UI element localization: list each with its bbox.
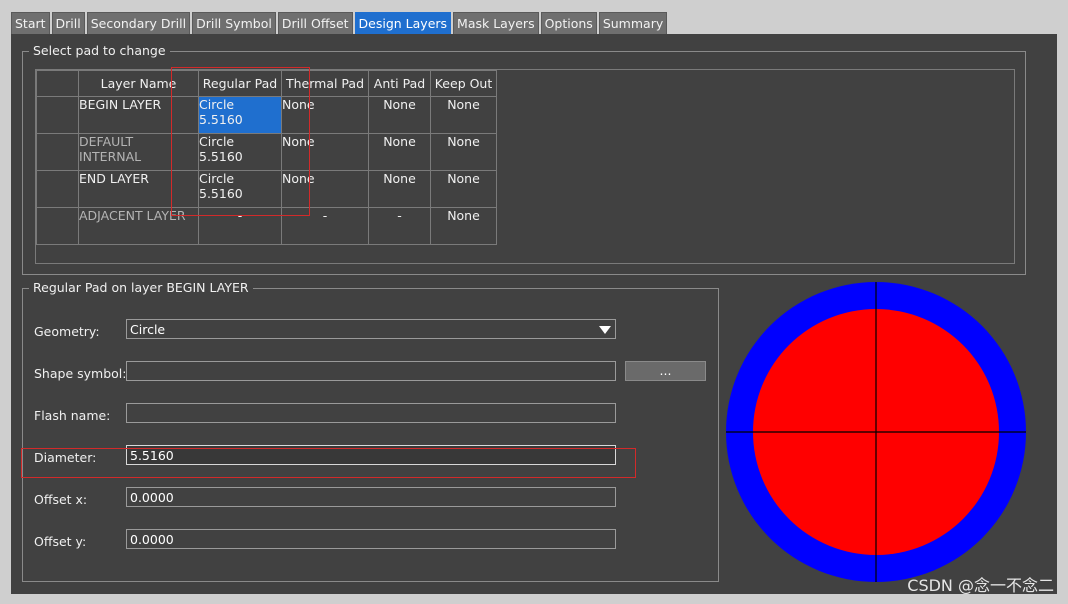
geometry-label: Geometry: bbox=[34, 324, 100, 339]
tab-secondary-drill[interactable]: Secondary Drill bbox=[86, 12, 191, 35]
select-pad-group-title: Select pad to change bbox=[29, 43, 170, 59]
tab-drill-offset[interactable]: Drill Offset bbox=[277, 12, 353, 35]
layer-name-cell[interactable]: BEGIN LAYER bbox=[78, 96, 199, 134]
row-header[interactable] bbox=[36, 170, 79, 208]
offset-y-input[interactable]: 0.0000 bbox=[126, 529, 616, 549]
shape-symbol-input[interactable] bbox=[126, 361, 616, 381]
keep-out-cell[interactable]: None bbox=[430, 170, 497, 208]
chevron-down-icon[interactable] bbox=[599, 326, 611, 334]
offset-y-label: Offset y: bbox=[34, 534, 87, 549]
table-header-row: Layer Name Regular Pad Thermal Pad Anti … bbox=[36, 70, 497, 97]
geometry-value: Circle bbox=[130, 322, 166, 337]
tab-start[interactable]: Start bbox=[11, 12, 50, 35]
browse-shape-button[interactable]: ... bbox=[625, 361, 706, 381]
tab-summary[interactable]: Summary bbox=[598, 12, 668, 35]
col-header-keep-out[interactable]: Keep Out bbox=[430, 70, 497, 97]
tab-drill[interactable]: Drill bbox=[51, 12, 85, 35]
row-header-corner bbox=[36, 70, 79, 97]
anti-pad-cell[interactable]: None bbox=[368, 133, 431, 171]
tab-mask-layers[interactable]: Mask Layers bbox=[453, 12, 539, 35]
row-header[interactable] bbox=[36, 133, 79, 171]
regular-pad-group-title: Regular Pad on layer BEGIN LAYER bbox=[29, 280, 253, 296]
regular-pad-cell[interactable]: Circle 5.5160 bbox=[198, 133, 282, 171]
col-header-anti-pad[interactable]: Anti Pad bbox=[368, 70, 431, 97]
keep-out-cell[interactable]: None bbox=[430, 96, 497, 134]
table-row: END LAYER Circle 5.5160 None None None bbox=[36, 170, 497, 208]
layer-name-cell[interactable]: DEFAULT INTERNAL bbox=[78, 133, 199, 171]
watermark: CSDN @念一不念二 bbox=[907, 576, 1054, 595]
diameter-input[interactable]: 5.5160 bbox=[126, 445, 616, 465]
thermal-pad-cell[interactable]: None bbox=[281, 170, 369, 208]
layer-name-cell[interactable]: ADJACENT LAYER bbox=[78, 207, 199, 245]
anti-pad-cell[interactable]: None bbox=[368, 170, 431, 208]
thermal-pad-cell[interactable]: - bbox=[281, 207, 369, 245]
offset-x-label: Offset x: bbox=[34, 492, 88, 507]
regular-pad-cell[interactable]: - bbox=[198, 207, 282, 245]
layer-name-cell[interactable]: END LAYER bbox=[78, 170, 199, 208]
row-header[interactable] bbox=[36, 207, 79, 245]
regular-pad-cell[interactable]: Circle 5.5160 bbox=[198, 170, 282, 208]
col-header-regular-pad[interactable]: Regular Pad bbox=[198, 70, 282, 97]
diameter-label: Diameter: bbox=[34, 450, 97, 465]
keep-out-cell[interactable]: None bbox=[430, 207, 497, 245]
flash-name-input[interactable] bbox=[126, 403, 616, 423]
offset-x-input[interactable]: 0.0000 bbox=[126, 487, 616, 507]
tab-design-layers[interactable]: Design Layers bbox=[354, 12, 452, 35]
geometry-dropdown[interactable]: Circle bbox=[126, 319, 616, 339]
regular-pad-cell[interactable]: Circle 5.5160 bbox=[198, 96, 282, 134]
regular-pad-group: Regular Pad on layer BEGIN LAYER Geometr… bbox=[22, 280, 719, 582]
row-header[interactable] bbox=[36, 96, 79, 134]
keep-out-cell[interactable]: None bbox=[430, 133, 497, 171]
table-row: BEGIN LAYER Circle 5.5160 None None None bbox=[36, 96, 497, 134]
tab-bar: Start Drill Secondary Drill Drill Symbol… bbox=[11, 12, 668, 35]
select-pad-group: Select pad to change Layer Name Regular … bbox=[22, 43, 1026, 275]
shape-symbol-label: Shape symbol: bbox=[34, 366, 127, 381]
flash-name-label: Flash name: bbox=[34, 408, 111, 423]
anti-pad-cell[interactable]: None bbox=[368, 96, 431, 134]
tab-drill-symbol[interactable]: Drill Symbol bbox=[192, 12, 276, 35]
thermal-pad-cell[interactable]: None bbox=[281, 96, 369, 134]
tab-options[interactable]: Options bbox=[540, 12, 597, 35]
col-header-thermal-pad[interactable]: Thermal Pad bbox=[281, 70, 369, 97]
anti-pad-cell[interactable]: - bbox=[368, 207, 431, 245]
layer-pad-table: Layer Name Regular Pad Thermal Pad Anti … bbox=[35, 69, 1015, 264]
pad-preview bbox=[726, 282, 1026, 582]
design-layers-panel: Select pad to change Layer Name Regular … bbox=[11, 34, 1057, 594]
thermal-pad-cell[interactable]: None bbox=[281, 133, 369, 171]
table-row: ADJACENT LAYER - - - None bbox=[36, 207, 497, 245]
col-header-layer-name[interactable]: Layer Name bbox=[78, 70, 199, 97]
table-row: DEFAULT INTERNAL Circle 5.5160 None None… bbox=[36, 133, 497, 171]
